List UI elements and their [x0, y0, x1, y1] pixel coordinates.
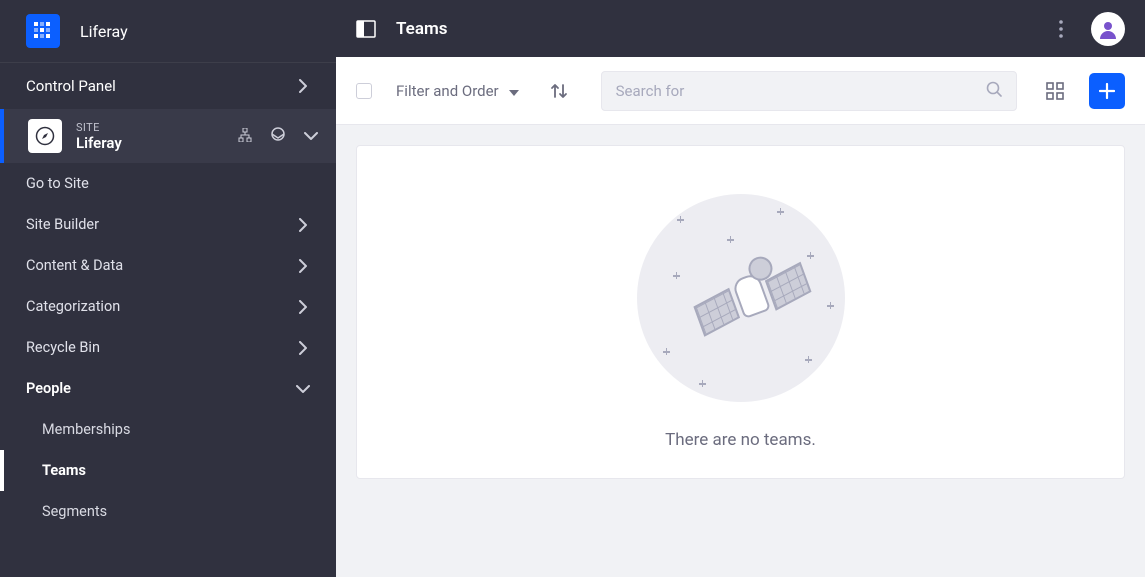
toolbar: Filter and Order: [336, 57, 1145, 125]
chevron-down-icon[interactable]: [304, 129, 318, 143]
filter-label: Filter and Order: [396, 82, 499, 100]
page-title: Teams: [396, 19, 1027, 39]
site-name: Liferay: [76, 134, 224, 152]
nav-content-data[interactable]: Content & Data: [0, 245, 336, 286]
nav-label: Teams: [42, 462, 86, 479]
select-all-checkbox[interactable]: [356, 83, 372, 99]
search-icon[interactable]: [986, 81, 1002, 101]
site-selector[interactable]: SITE Liferay: [0, 109, 336, 163]
nav-label: Site Builder: [26, 216, 99, 233]
search-box[interactable]: [601, 71, 1017, 111]
chevron-right-icon: [296, 79, 310, 93]
content-area: There are no teams.: [336, 125, 1145, 577]
empty-message: There are no teams.: [665, 430, 816, 450]
nav-label: Go to Site: [26, 175, 89, 192]
chevron-right-icon: [296, 259, 310, 273]
empty-state-card: There are no teams.: [356, 145, 1125, 479]
target-icon[interactable]: [270, 126, 286, 146]
nav-label: Memberships: [42, 421, 130, 438]
chevron-right-icon: [296, 218, 310, 232]
brand-row[interactable]: Liferay: [0, 0, 336, 63]
site-actions: [238, 126, 318, 146]
nav-label: People: [26, 380, 71, 397]
chevron-right-icon: [296, 341, 310, 355]
liferay-logo-icon: [26, 14, 60, 48]
chevron-right-icon: [296, 300, 310, 314]
search-input[interactable]: [616, 82, 986, 100]
subnav-teams[interactable]: Teams: [0, 450, 336, 491]
subnav-segments[interactable]: Segments: [0, 491, 336, 532]
nav-recycle-bin[interactable]: Recycle Bin: [0, 327, 336, 368]
nav-label: Segments: [42, 503, 107, 520]
brand-name: Liferay: [80, 22, 128, 41]
add-button[interactable]: [1089, 73, 1125, 109]
topbar: Teams: [336, 0, 1145, 57]
view-cards-button[interactable]: [1037, 73, 1073, 109]
nav-categorization[interactable]: Categorization: [0, 286, 336, 327]
user-avatar[interactable]: [1091, 12, 1125, 46]
site-text: SITE Liferay: [76, 121, 224, 152]
subnav-memberships[interactable]: Memberships: [0, 409, 336, 450]
nav-control-panel[interactable]: Control Panel: [0, 63, 336, 109]
chevron-down-icon: [296, 382, 310, 396]
nav-label: Recycle Bin: [26, 339, 100, 356]
more-menu-button[interactable]: [1047, 15, 1075, 43]
site-label: SITE: [76, 121, 224, 134]
sidebar: Liferay Control Panel SITE Liferay G: [0, 0, 336, 577]
panel-toggle-icon[interactable]: [356, 19, 376, 39]
tree-icon[interactable]: [238, 127, 252, 146]
nav-label: Control Panel: [26, 77, 116, 95]
caret-down-icon: [509, 82, 519, 100]
nav-people[interactable]: People: [0, 368, 336, 409]
filter-order-button[interactable]: Filter and Order: [392, 76, 523, 106]
empty-illustration: [637, 194, 845, 402]
nav-label: Categorization: [26, 298, 120, 315]
nav-go-to-site[interactable]: Go to Site: [0, 163, 336, 204]
sort-button[interactable]: [543, 75, 575, 107]
nav-site-builder[interactable]: Site Builder: [0, 204, 336, 245]
compass-icon: [28, 119, 62, 153]
main: Teams Filter and Order: [336, 0, 1145, 577]
nav-label: Content & Data: [26, 257, 123, 274]
